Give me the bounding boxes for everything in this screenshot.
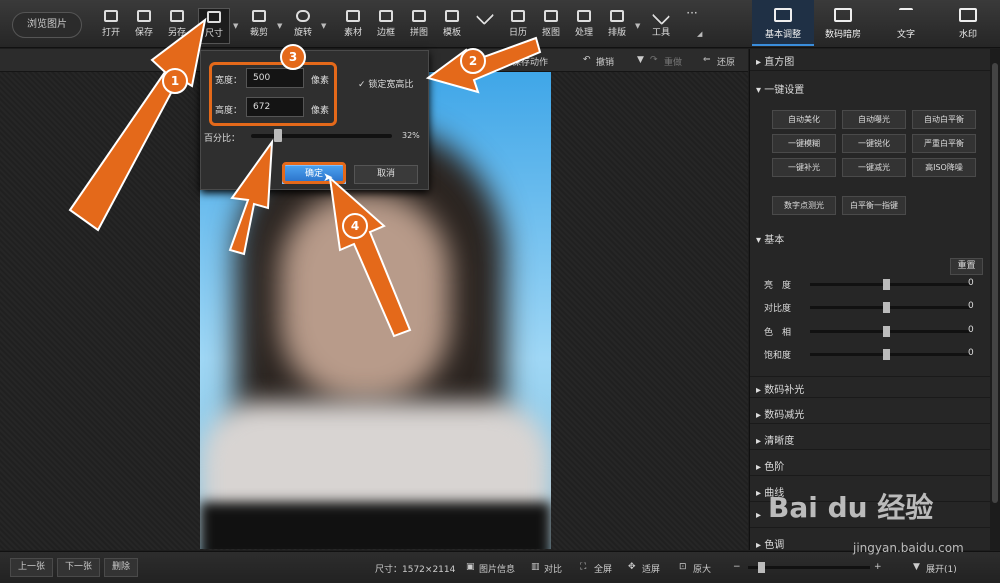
arrow-4: [328, 175, 412, 338]
step-badge-1: 1: [162, 68, 188, 94]
arrow-3: [228, 138, 274, 256]
step-badge-2: 2: [460, 48, 486, 74]
arrow-1: [68, 17, 207, 232]
baidu-watermark-logo: Bai du 经验: [768, 491, 934, 524]
mouse-cursor-icon: ➤: [323, 170, 334, 184]
step-badge-3: 3: [280, 44, 306, 70]
baidu-watermark-url: jingyan.baidu.com: [853, 541, 964, 555]
step-badge-4: 4: [342, 213, 368, 239]
